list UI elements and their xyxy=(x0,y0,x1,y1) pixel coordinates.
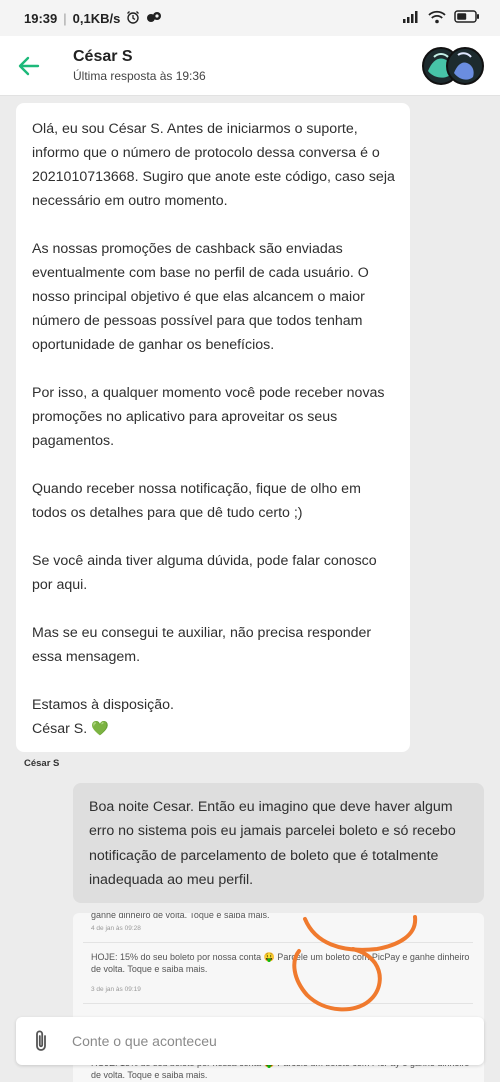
message-composer xyxy=(16,1017,484,1065)
incoming-message-bubble: Olá, eu sou César S. Antes de iniciarmos… xyxy=(16,103,410,752)
notification-text: ganhe dinheiro de volta. Toque e saiba m… xyxy=(91,913,270,920)
message-paragraph: Se você ainda tiver alguma dúvida, pode … xyxy=(32,553,377,593)
message-signature: César S. 💚 xyxy=(32,717,398,741)
network-speed: 0,1KB/s xyxy=(72,10,121,26)
notification-divider xyxy=(83,942,473,943)
paperclip-icon xyxy=(36,1030,46,1051)
app-notification-icon xyxy=(146,10,162,27)
battery-icon xyxy=(454,10,480,26)
notification-date: 3 de jan às 09:19 xyxy=(91,986,141,993)
message-paragraph: As nossas promoções de cashback são envi… xyxy=(32,241,369,353)
avatar[interactable] xyxy=(420,45,486,87)
outgoing-message-bubble: Boa noite Cesar. Então eu imagino que de… xyxy=(73,783,484,903)
message-paragraph: Quando receber nossa notificação, fique … xyxy=(32,481,361,521)
notification-text: HOJE: 15% do seu boleto por nossa conta … xyxy=(91,952,470,974)
message-paragraph: Por isso, a qualquer momento você pode r… xyxy=(32,385,385,449)
sender-label: César S xyxy=(24,758,60,769)
alarm-icon xyxy=(126,10,140,27)
attach-button[interactable] xyxy=(30,1029,52,1053)
last-response-time: Última resposta às 19:36 xyxy=(73,69,206,83)
signal-icon xyxy=(402,10,420,26)
green-heart-icon: 💚 xyxy=(91,721,109,737)
message-paragraph: Mas se eu consegui te auxiliar, não prec… xyxy=(32,625,372,665)
notification-date: 4 de jan às 09:28 xyxy=(91,925,141,932)
arrow-left-icon xyxy=(18,56,40,76)
signature-name: César S. xyxy=(32,721,88,737)
message-closing: Estamos à disposição. xyxy=(32,697,174,713)
contact-name: César S xyxy=(73,48,133,65)
notification-divider xyxy=(83,1003,473,1004)
chat-area[interactable]: Olá, eu sou César S. Antes de iniciarmos… xyxy=(0,97,500,1082)
back-button[interactable] xyxy=(14,52,44,80)
message-input[interactable] xyxy=(72,1025,472,1057)
clock: 19:39 xyxy=(24,10,58,26)
chat-header: César S Última resposta às 19:36 xyxy=(0,36,500,96)
status-bar: 19:39 | 0,1KB/s xyxy=(0,0,500,36)
message-paragraph: Olá, eu sou César S. Antes de iniciarmos… xyxy=(32,121,395,209)
status-separator: | xyxy=(63,10,67,26)
wifi-icon xyxy=(428,10,446,27)
